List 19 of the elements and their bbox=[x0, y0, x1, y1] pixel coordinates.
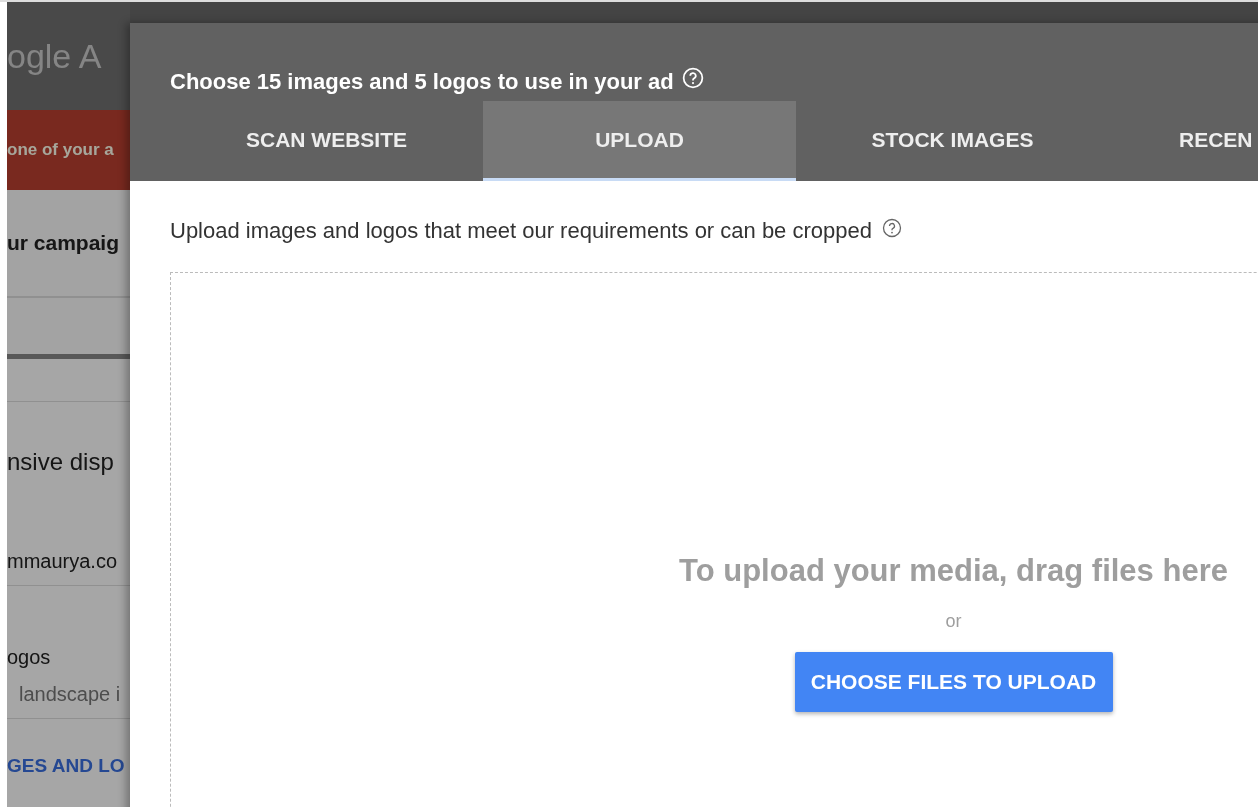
section-title: ur campaig bbox=[7, 231, 120, 255]
tab[interactable]: STOCK IMAGES bbox=[796, 101, 1109, 181]
dialog-title: Choose 15 images and 5 logos to use in your ad bbox=[170, 69, 674, 95]
website-text: mmaurya.co bbox=[7, 550, 119, 573]
choose-files-button[interactable]: CHOOSE FILES TO UPLOAD bbox=[794, 652, 1113, 712]
tab[interactable]: SCAN WEBSITE bbox=[170, 101, 483, 181]
help-icon[interactable] bbox=[882, 218, 902, 238]
tab[interactable]: RECEN bbox=[1109, 101, 1258, 181]
logo-text: ogle A bbox=[7, 36, 102, 76]
assets-hint: landscape i bbox=[18, 683, 122, 706]
dropzone-heading: To upload your media, drag files here bbox=[679, 553, 1228, 589]
ad-type-text: nsive disp bbox=[7, 448, 115, 476]
or-text: or bbox=[945, 611, 962, 632]
assets-link[interactable]: GES AND LO bbox=[7, 755, 130, 777]
assets-label: ogos bbox=[7, 646, 52, 669]
alert-banner: one of your a bbox=[7, 110, 130, 190]
tab[interactable]: UPLOAD bbox=[483, 101, 796, 181]
dropzone[interactable]: To upload your media, drag files here or CHOOSE FILES TO UPLOAD bbox=[170, 272, 1258, 807]
instruction-text: Upload images and logos that meet our requirements or can be cropped bbox=[170, 218, 872, 244]
